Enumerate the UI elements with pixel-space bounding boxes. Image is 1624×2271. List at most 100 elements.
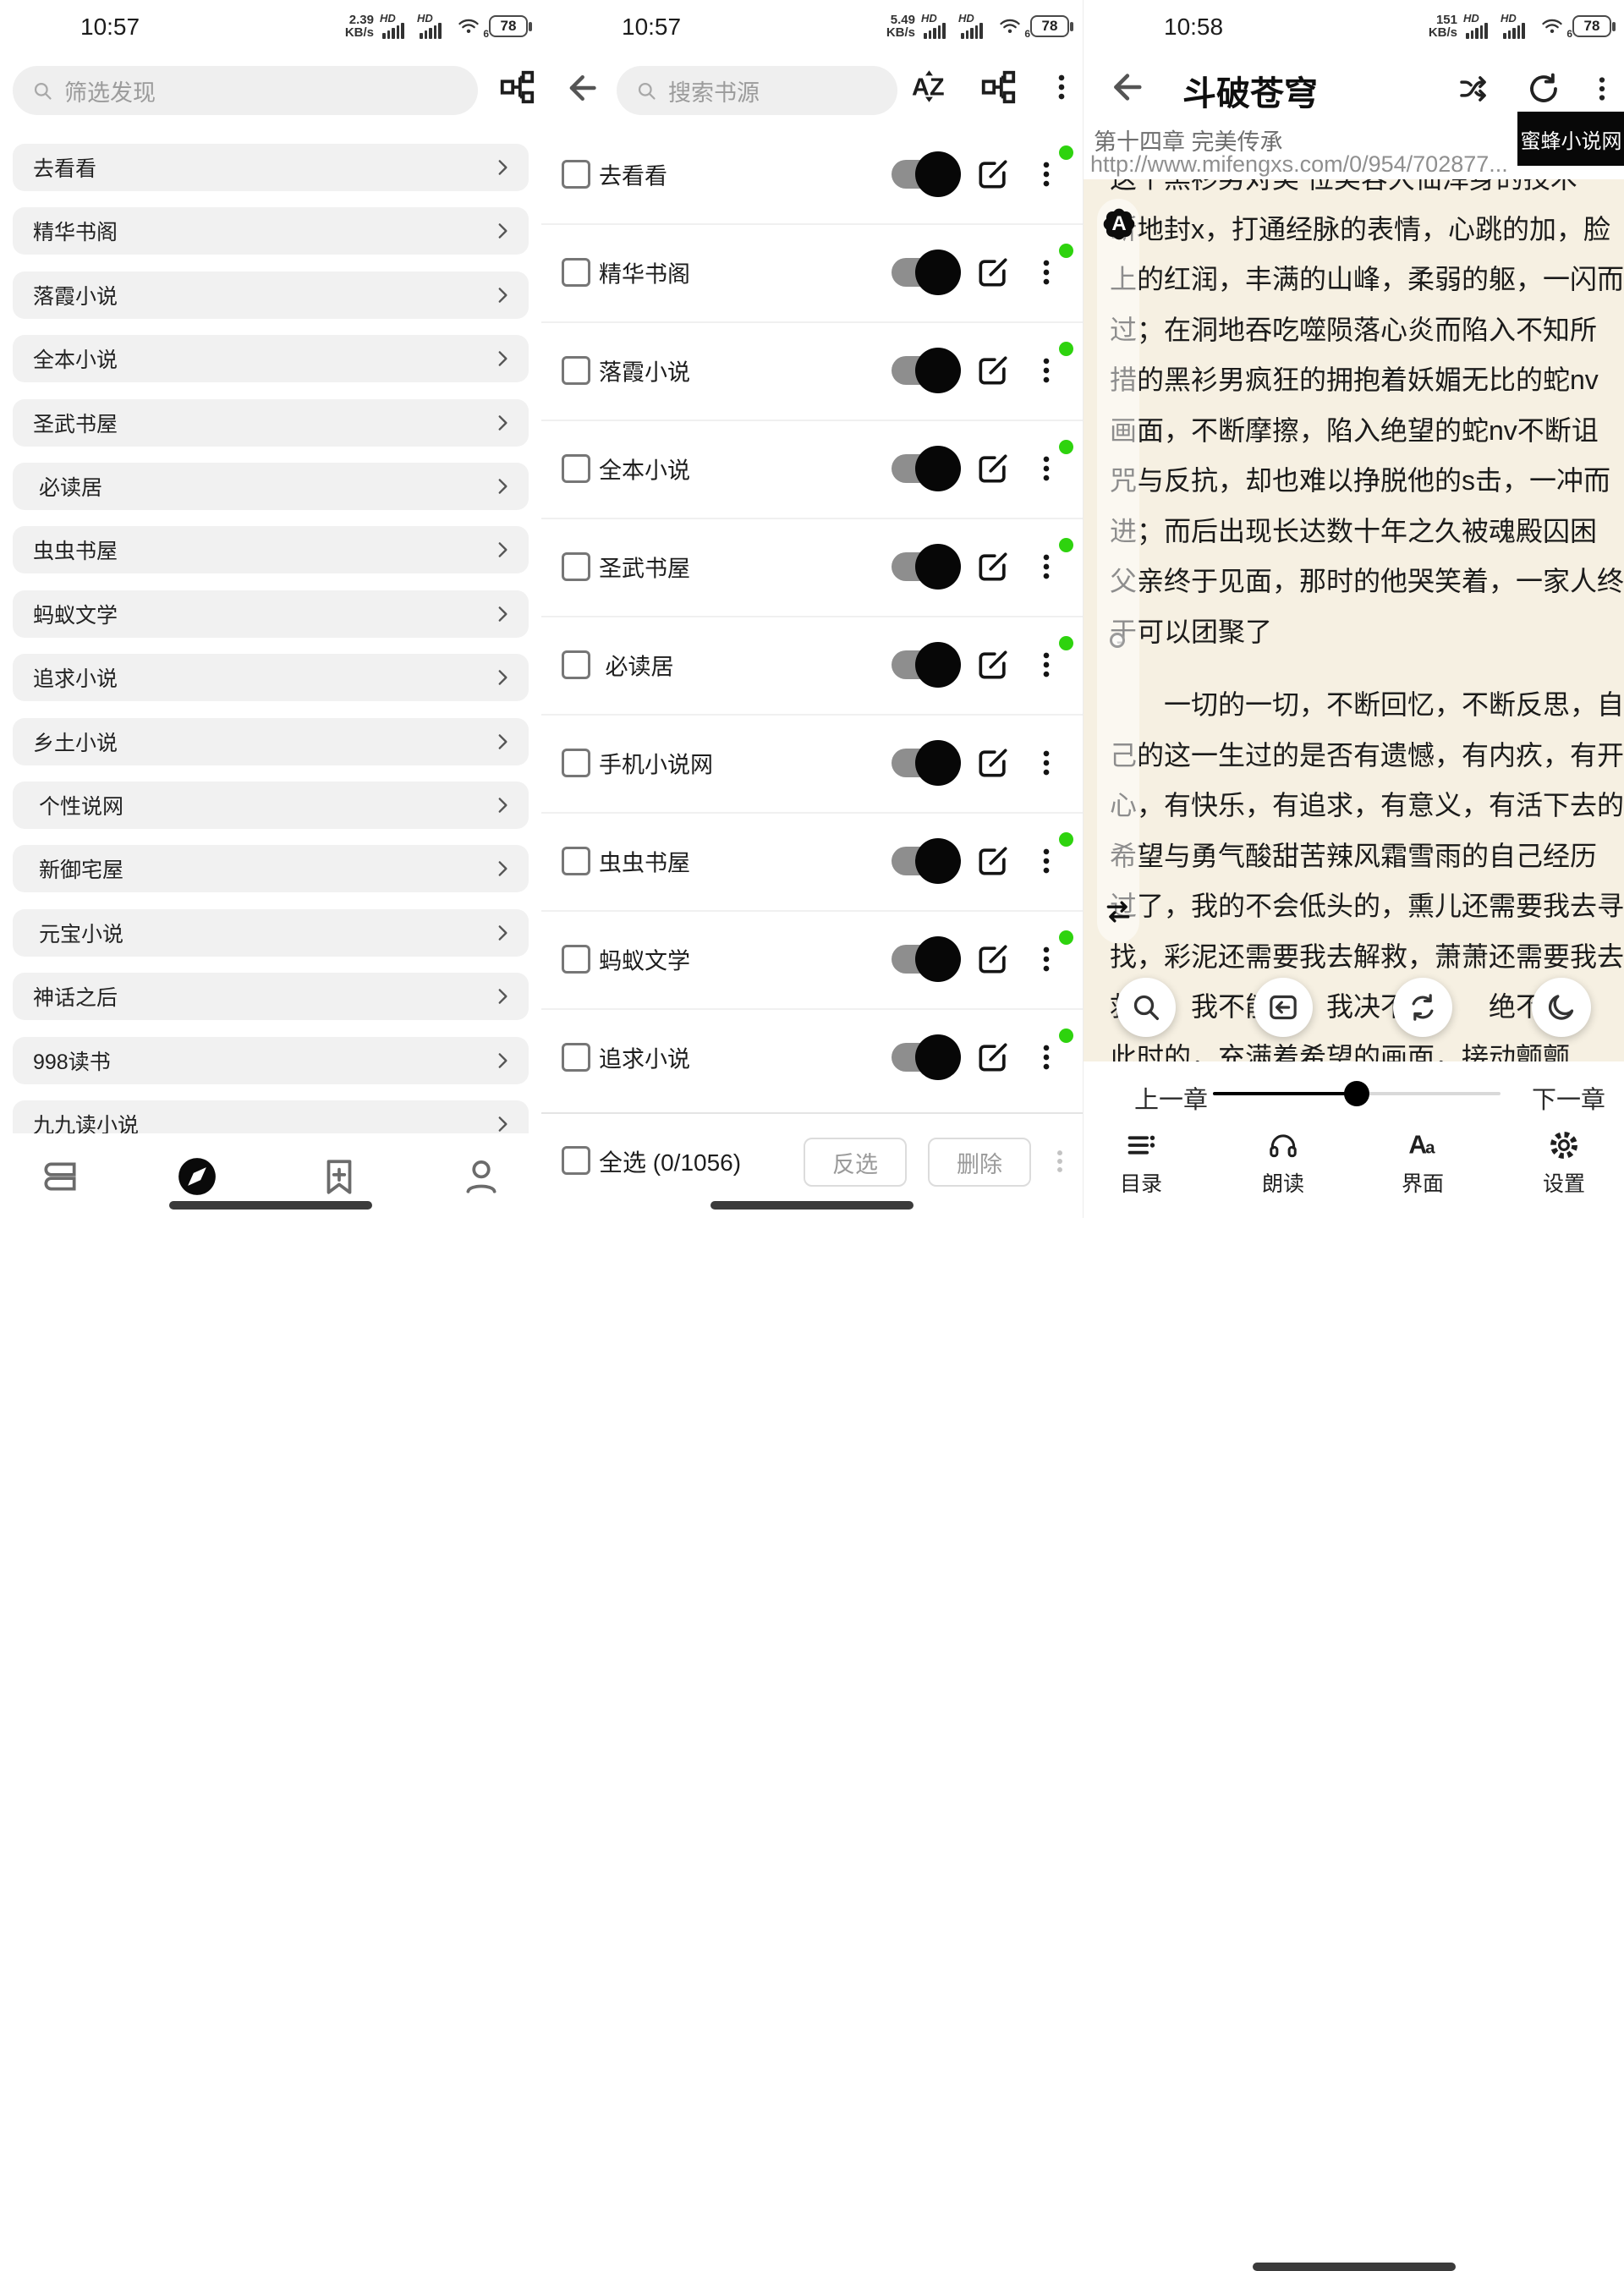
next-chapter-button[interactable]: 下一章 — [1532, 1080, 1605, 1116]
reading-area[interactable]: 这个黑衫男对美 位美容大仙浑身的技术断地封x，打通经脉的表情，心跳的加，脸上的红… — [1084, 179, 1624, 1061]
row-checkbox[interactable] — [562, 356, 590, 385]
a-seal-badge[interactable]: A — [1100, 205, 1138, 244]
edit-source-button[interactable] — [974, 941, 1012, 978]
toggle-knob — [915, 151, 961, 197]
overflow-menu-button[interactable] — [1587, 71, 1617, 107]
invert-selection-button[interactable]: 反选 — [804, 1138, 907, 1187]
tab-toc[interactable]: 目录 — [1120, 1129, 1162, 1198]
enable-toggle[interactable] — [892, 847, 956, 875]
enable-toggle[interactable] — [892, 160, 956, 189]
row-checkbox[interactable] — [562, 847, 590, 875]
enable-toggle[interactable] — [892, 650, 956, 679]
discover-source-item[interactable]: 落霞小说 — [13, 272, 529, 319]
discover-source-item[interactable]: 虫虫书屋 — [13, 526, 529, 573]
change-source-icon[interactable] — [1456, 71, 1491, 107]
more-actions-button[interactable] — [1045, 1143, 1074, 1180]
enable-toggle[interactable] — [892, 258, 956, 287]
discover-source-item[interactable]: 998读书 — [13, 1037, 529, 1084]
nav-discover[interactable] — [176, 1155, 218, 1198]
row-menu-button[interactable] — [1030, 744, 1062, 782]
enable-toggle[interactable] — [892, 356, 956, 385]
discover-source-item[interactable]: 圣武书屋 — [13, 399, 529, 447]
discover-source-item[interactable]: 去看看 — [13, 144, 529, 191]
row-checkbox[interactable] — [562, 160, 590, 189]
edit-source-button[interactable] — [974, 156, 1012, 193]
fab-speaker[interactable] — [1254, 978, 1313, 1037]
toggle-knob — [915, 1034, 961, 1080]
prev-chapter-button[interactable]: 上一章 — [1134, 1080, 1208, 1116]
nav-subscription[interactable] — [318, 1155, 360, 1198]
enable-toggle[interactable] — [892, 749, 956, 777]
edit-source-button[interactable] — [974, 352, 1012, 389]
search-input[interactable]: 筛选发现 — [13, 66, 478, 115]
book-title: 斗破苍穹 — [1182, 66, 1318, 115]
row-checkbox[interactable] — [562, 552, 590, 581]
chevron-right-icon — [491, 794, 513, 816]
enable-toggle[interactable] — [892, 552, 956, 581]
enable-toggle[interactable] — [892, 454, 956, 483]
discover-source-item[interactable]: 元宝小说 — [13, 909, 529, 957]
enable-toggle[interactable] — [892, 1043, 956, 1072]
row-checkbox[interactable] — [562, 454, 590, 483]
delete-button[interactable]: 删除 — [928, 1138, 1031, 1187]
back-button[interactable] — [562, 69, 599, 107]
nav-profile[interactable] — [460, 1155, 502, 1198]
select-all-checkbox[interactable] — [562, 1146, 590, 1175]
row-menu-button[interactable] — [1030, 842, 1062, 880]
nav-bookshelf[interactable] — [39, 1155, 81, 1198]
fab-search[interactable] — [1116, 978, 1176, 1037]
row-menu-button[interactable] — [1030, 941, 1062, 978]
row-menu-button[interactable] — [1030, 352, 1062, 389]
fab-replace[interactable] — [1393, 978, 1452, 1037]
row-menu-button[interactable] — [1030, 156, 1062, 193]
discover-source-item[interactable]: 精华书阁 — [13, 207, 529, 255]
fab-moon[interactable] — [1532, 978, 1591, 1037]
back-button[interactable] — [1106, 68, 1144, 107]
source-name: 乡土小说 — [33, 727, 118, 757]
row-menu-button[interactable] — [1030, 450, 1062, 487]
discover-source-item[interactable]: 必读居 — [13, 463, 529, 510]
discover-source-item[interactable]: 追求小说 — [13, 654, 529, 701]
row-checkbox[interactable] — [562, 1043, 590, 1072]
search-icon — [31, 80, 54, 102]
edit-source-button[interactable] — [974, 1039, 1012, 1076]
edit-source-button[interactable] — [974, 842, 1012, 880]
source-group-button[interactable] — [979, 68, 1018, 107]
edit-source-button[interactable] — [974, 254, 1012, 291]
source-name: 落霞小说 — [599, 354, 690, 387]
source-group-button[interactable] — [497, 68, 536, 107]
discover-source-item[interactable]: 个性说网 — [13, 782, 529, 829]
tab-settings[interactable]: 设置 — [1543, 1129, 1585, 1198]
refresh-icon[interactable] — [1526, 71, 1561, 107]
edit-source-button[interactable] — [974, 450, 1012, 487]
font-icon: Aa — [1407, 1129, 1439, 1161]
tab-read-aloud[interactable]: 朗读 — [1262, 1129, 1304, 1198]
source-row: 手机小说网 — [541, 714, 1083, 812]
discover-source-item[interactable]: 新御宅屋 — [13, 845, 529, 892]
chapter-url[interactable]: http://www.mifengxs.com/0/954/702877... — [1090, 151, 1508, 178]
row-menu-button[interactable] — [1030, 254, 1062, 291]
row-menu-button[interactable] — [1030, 1039, 1062, 1076]
slider-thumb[interactable] — [1344, 1081, 1369, 1106]
edit-source-button[interactable] — [974, 744, 1012, 782]
enable-toggle[interactable] — [892, 945, 956, 974]
sort-az-button[interactable]: AZ — [911, 67, 950, 106]
row-checkbox[interactable] — [562, 945, 590, 974]
discover-source-item[interactable]: 乡土小说 — [13, 718, 529, 765]
row-menu-button[interactable] — [1030, 646, 1062, 683]
edit-source-button[interactable] — [974, 646, 1012, 683]
discover-source-item[interactable]: 神话之后 — [13, 973, 529, 1020]
discover-source-item[interactable]: 全本小说 — [13, 335, 529, 382]
row-checkbox[interactable] — [562, 749, 590, 777]
overflow-menu-button[interactable] — [1045, 68, 1078, 107]
tab-interface[interactable]: Aa 界面 — [1402, 1129, 1444, 1198]
reader-line: 父亲终于见面，那时的他哭笑着，一家人终 — [1084, 557, 1624, 607]
row-checkbox[interactable] — [562, 258, 590, 287]
row-menu-button[interactable] — [1030, 548, 1062, 585]
row-checkbox[interactable] — [562, 650, 590, 679]
swap-icon[interactable] — [1101, 895, 1135, 929]
edit-source-button[interactable] — [974, 548, 1012, 585]
discover-source-item[interactable]: 蚂蚁文学 — [13, 590, 529, 638]
chapter-progress-slider[interactable] — [1213, 1092, 1501, 1095]
search-input[interactable]: 搜索书源 — [617, 66, 897, 115]
